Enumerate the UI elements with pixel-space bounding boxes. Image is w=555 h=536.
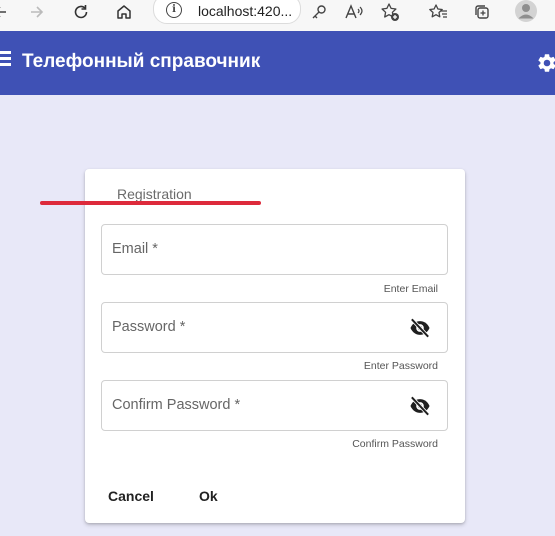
app-title: Телефонный справочник xyxy=(22,51,261,72)
gear-icon[interactable] xyxy=(536,52,555,74)
refresh-icon[interactable] xyxy=(69,0,93,24)
favorites-icon[interactable] xyxy=(426,0,450,24)
password-input[interactable] xyxy=(102,303,447,352)
home-icon[interactable] xyxy=(112,0,136,24)
registration-card: Registration Email * Enter Email Passwor… xyxy=(85,169,465,523)
visibility-off-icon[interactable] xyxy=(409,396,431,416)
card-title: Registration xyxy=(117,186,192,202)
back-icon[interactable] xyxy=(0,0,12,24)
cancel-button[interactable]: Cancel xyxy=(108,488,154,504)
confirm-password-field[interactable]: Confirm Password * xyxy=(101,380,448,431)
confirm-password-input[interactable] xyxy=(102,381,447,430)
confirm-password-hint: Confirm Password xyxy=(352,438,438,450)
url-text: localhost:420... xyxy=(198,3,293,19)
add-favorite-icon[interactable] xyxy=(378,0,402,24)
browser-toolbar: i localhost:420... xyxy=(0,0,555,32)
annotation-underline xyxy=(40,201,261,205)
info-icon[interactable]: i xyxy=(166,2,182,18)
email-hint: Enter Email xyxy=(383,283,438,295)
password-hint: Enter Password xyxy=(363,360,438,372)
key-icon[interactable] xyxy=(307,0,331,24)
password-field[interactable]: Password * xyxy=(101,302,448,353)
menu-icon[interactable] xyxy=(0,51,11,66)
address-bar[interactable]: i localhost:420... xyxy=(153,0,301,24)
forward-icon[interactable] xyxy=(25,0,49,24)
ok-button[interactable]: Ok xyxy=(199,488,218,504)
collections-icon[interactable] xyxy=(470,0,494,24)
email-input[interactable] xyxy=(102,225,447,274)
profile-icon[interactable] xyxy=(514,0,538,23)
read-aloud-icon[interactable] xyxy=(342,0,366,24)
email-field[interactable]: Email * xyxy=(101,224,448,275)
app-toolbar: Телефонный справочник xyxy=(0,31,555,95)
visibility-off-icon[interactable] xyxy=(409,318,431,338)
